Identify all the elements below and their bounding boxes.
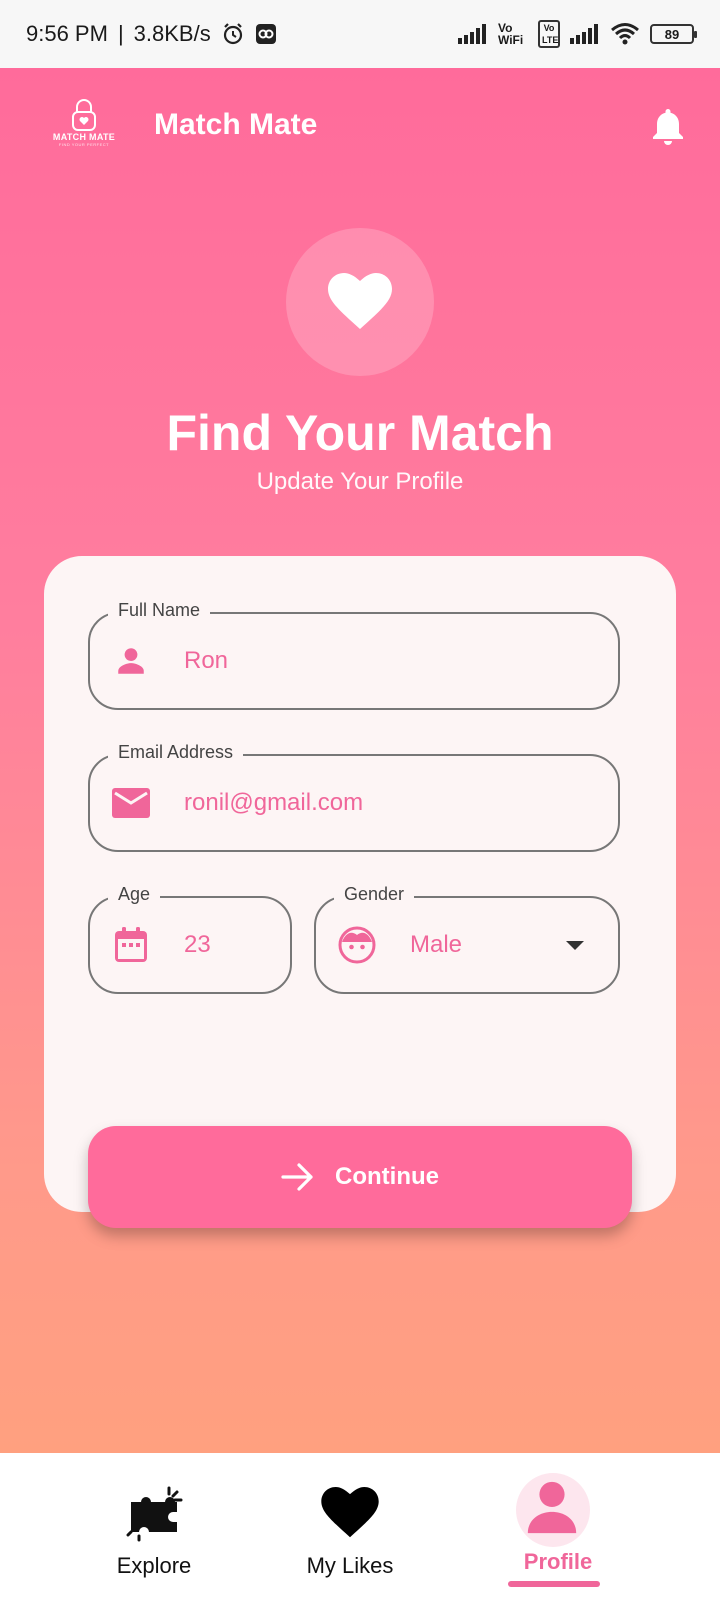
nav-item-explore[interactable]: Explore <box>54 1453 254 1600</box>
nav-label-profile: Profile <box>523 1549 593 1574</box>
nav-label-explore: Explore <box>116 1553 192 1578</box>
continue-button[interactable]: Continue <box>88 1126 632 1228</box>
profile-form-card: Full Name Ron Email Address ronil@gmail.… <box>44 556 676 1228</box>
signal-icon <box>458 24 486 44</box>
full-name-field[interactable]: Full Name Ron <box>88 599 620 710</box>
app-title: Match Mate <box>154 108 318 141</box>
alarm-icon <box>223 23 242 45</box>
hero-subtitle: Update Your Profile <box>256 468 464 495</box>
volte-badge: Vo LTE <box>538 20 560 48</box>
age-field[interactable]: Age 23 <box>88 883 292 994</box>
network-speed: 3.8KB/s <box>133 21 211 46</box>
app-header: MATCH MATE FIND YOUR PERFECT Match Mate <box>0 68 720 188</box>
wifi-icon <box>611 23 639 45</box>
logo-subtext: FIND YOUR PERFECT <box>58 142 110 147</box>
status-right: Vo WiFi Vo LTE 89 <box>458 20 697 48</box>
logo-text: MATCH MATE <box>52 132 116 142</box>
mail-icon <box>112 784 150 822</box>
battery-icon: 89 <box>650 24 697 44</box>
status-left: 9:56 PM | 3.8KB/s <box>26 21 277 47</box>
email-label: Email Address <box>108 741 244 763</box>
status-bar: 9:56 PM | 3.8KB/s Vo WiFi Vo LTE 89 <box>0 0 720 68</box>
calendar-icon <box>112 926 150 964</box>
nav-label-my-likes: My Likes <box>306 1553 394 1578</box>
face-icon <box>338 926 376 964</box>
email-field[interactable]: Email Address ronil@gmail.com <box>88 741 620 852</box>
gender-label: Gender <box>334 883 415 905</box>
full-name-value: Ron <box>184 647 229 674</box>
app-logo: MATCH MATE FIND YOUR PERFECT <box>44 98 124 160</box>
battery-level: 89 <box>664 26 680 42</box>
continue-label: Continue <box>335 1163 439 1190</box>
nav-item-profile[interactable]: Profile <box>458 1453 658 1600</box>
chevron-down-icon <box>566 940 584 950</box>
heart-icon <box>328 273 392 329</box>
nav-active-underline <box>508 1581 600 1587</box>
puzzle-icon <box>124 1483 184 1543</box>
logo-lock-icon <box>72 99 96 131</box>
hero-heart-badge <box>286 228 434 376</box>
hero-title: Find Your Match <box>166 405 554 461</box>
status-time: 9:56 PM <box>26 21 108 46</box>
heart-icon <box>320 1483 380 1543</box>
link-app-icon <box>255 24 276 44</box>
email-value: ronil@gmail.com <box>184 789 364 816</box>
person-icon <box>112 642 150 680</box>
profile-icon <box>522 1477 582 1537</box>
bell-icon[interactable] <box>650 106 686 146</box>
main-screen: MATCH MATE FIND YOUR PERFECT Match Mate … <box>0 68 720 1453</box>
signal-icon-2 <box>570 24 598 44</box>
age-value: 23 <box>184 931 211 958</box>
nav-item-my-likes[interactable]: My Likes <box>250 1453 450 1600</box>
vowifi-label: Vo WiFi <box>498 21 524 47</box>
gender-value: Male <box>410 931 463 958</box>
bottom-nav: Explore My Likes Profile <box>0 1453 720 1600</box>
full-name-label: Full Name <box>108 599 211 621</box>
arrow-right-icon <box>281 1163 313 1191</box>
gender-select[interactable]: Gender Male <box>314 883 620 994</box>
age-label: Age <box>108 883 161 905</box>
